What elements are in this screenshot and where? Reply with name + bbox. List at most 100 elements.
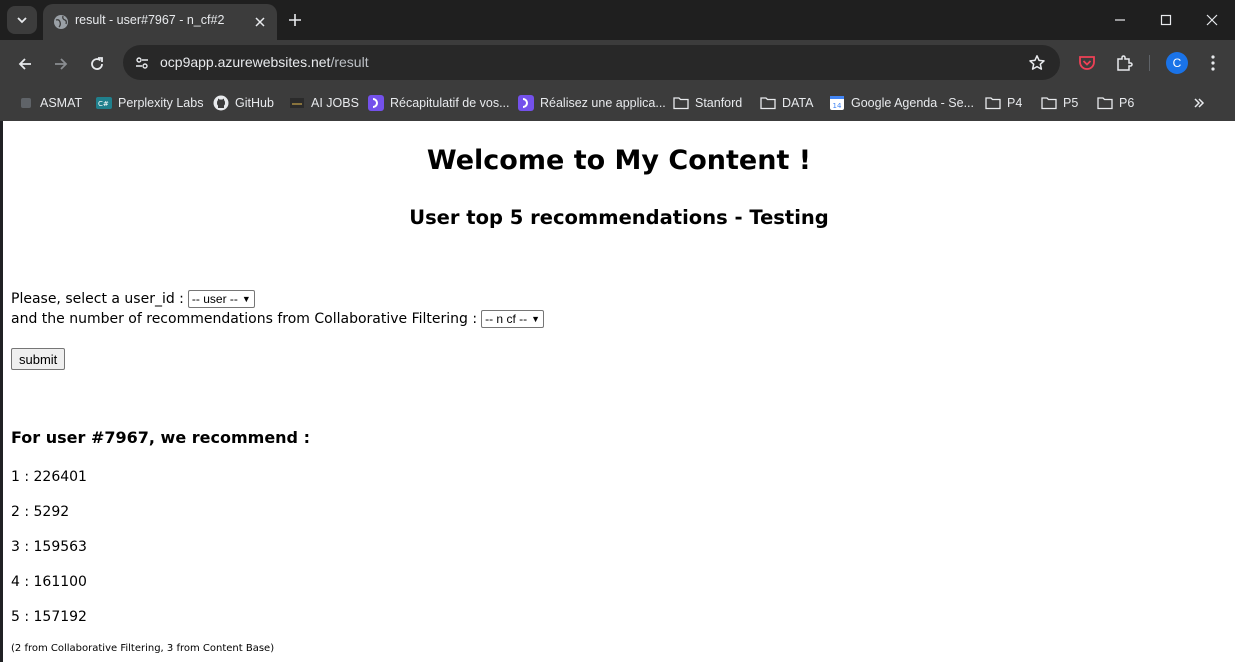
user-select-value: -- user --: [191, 292, 238, 306]
bookmark-label: GitHub: [235, 96, 274, 110]
google-calendar-icon: 14: [829, 95, 845, 111]
submit-button[interactable]: submit: [11, 348, 66, 370]
github-icon: [213, 95, 229, 111]
double-chevron-right-icon: [1194, 98, 1205, 108]
recommendation-source-note: (2 from Collaborative Filtering, 3 from …: [11, 643, 275, 654]
chevron-down-icon: ▼: [241, 294, 251, 304]
tab-title: result - user#7967 - n_cf#2: [75, 13, 225, 27]
bookmark-star-button[interactable]: [1026, 52, 1048, 74]
pocket-icon: [1079, 56, 1095, 70]
bookmark-label: P5: [1063, 96, 1079, 110]
page-content: Welcome to My Content ! User top 5 recom…: [3, 121, 1235, 662]
minimize-icon: [1115, 19, 1125, 21]
user-id-select[interactable]: -- user -- ▼: [187, 290, 255, 308]
perplexity-icon: C#: [96, 95, 112, 111]
kebab-menu-icon: [1211, 55, 1215, 71]
user-select-row: Please, select a user_id : -- user -- ▼: [11, 290, 255, 308]
chevron-down-icon: [17, 17, 27, 24]
extensions-button[interactable]: [1112, 51, 1136, 75]
minimize-button[interactable]: [1108, 8, 1132, 32]
site-info-button[interactable]: [133, 54, 151, 72]
close-icon: [1206, 14, 1218, 26]
puzzle-icon: [1117, 55, 1133, 71]
bookmarks-bar: ASMAT C# Perplexity Labs GitHub AI JOBS …: [0, 86, 1235, 121]
arrow-left-icon: [18, 58, 31, 70]
maximize-button[interactable]: [1154, 8, 1178, 32]
tab-strip: result - user#7967 - n_cf#2: [0, 0, 1235, 40]
folder-icon: [1097, 95, 1113, 111]
ncf-select[interactable]: -- n cf -- ▼: [481, 310, 545, 328]
browser-chrome: result - user#7967 - n_cf#2 ocp9app.azur…: [0, 0, 1235, 121]
forward-button[interactable]: [48, 51, 74, 77]
bookmark-github[interactable]: GitHub: [213, 92, 274, 114]
bookmark-folder-p6[interactable]: P6: [1097, 92, 1134, 114]
maximize-icon: [1160, 14, 1172, 26]
window-close-button[interactable]: [1200, 8, 1224, 32]
toolbar-separator: [1149, 55, 1150, 71]
recommendation-item: 4 : 161100: [11, 574, 87, 590]
openclassrooms-icon: [368, 95, 384, 111]
recommendation-item: 2 : 5292: [11, 504, 70, 520]
plus-icon: [289, 14, 301, 26]
bookmark-recapitulatif[interactable]: Récapitulatif de vos...: [368, 92, 510, 114]
tab-close-button[interactable]: [251, 13, 269, 31]
folder-icon: [673, 95, 689, 111]
svg-text:C#: C#: [98, 100, 109, 108]
svg-text:14: 14: [833, 102, 842, 110]
bookmark-label: P4: [1007, 96, 1023, 110]
url-path: /result: [330, 54, 369, 70]
globe-icon: [54, 15, 68, 29]
bookmark-folder-p5[interactable]: P5: [1041, 92, 1078, 114]
back-button[interactable]: [12, 51, 38, 77]
star-icon: [1029, 55, 1045, 70]
url-host: ocp9app.azurewebsites.net: [160, 54, 331, 70]
bookmark-label: Perplexity Labs: [118, 96, 204, 110]
chevron-down-icon: ▼: [531, 314, 541, 324]
folder-icon: [985, 95, 1001, 111]
new-tab-button[interactable]: [284, 9, 306, 31]
bookmark-favicon-icon: [18, 95, 34, 111]
reload-icon: [91, 57, 103, 70]
menu-button[interactable]: [1201, 51, 1225, 75]
folder-icon: [760, 95, 776, 111]
bookmark-folder-p4[interactable]: P4: [985, 92, 1022, 114]
arrow-right-icon: [55, 58, 68, 70]
bookmarks-overflow-button[interactable]: [1188, 92, 1210, 114]
recommendation-item: 5 : 157192: [11, 609, 87, 625]
address-bar[interactable]: ocp9app.azurewebsites.net/result: [123, 45, 1060, 80]
bookmark-asmat[interactable]: ASMAT: [18, 92, 82, 114]
bookmark-ai-jobs[interactable]: AI JOBS: [289, 92, 359, 114]
bookmark-label: ASMAT: [40, 96, 83, 110]
ai-jobs-icon: [289, 95, 305, 111]
close-icon: [255, 17, 265, 27]
ncf-select-value: -- n cf --: [485, 312, 528, 326]
active-tab[interactable]: result - user#7967 - n_cf#2: [43, 4, 277, 40]
bookmark-label: Récapitulatif de vos...: [390, 96, 510, 110]
result-heading: For user #7967, we recommend :: [11, 428, 310, 447]
user-select-label: Please, select a user_id :: [11, 291, 184, 307]
bookmark-label: Stanford: [695, 96, 743, 110]
recommendation-item: 1 : 226401: [11, 469, 87, 485]
openclassrooms-icon: [518, 95, 534, 111]
recommendation-item: 3 : 159563: [11, 539, 87, 555]
profile-avatar[interactable]: C: [1166, 52, 1188, 74]
tab-search-button[interactable]: [7, 6, 37, 34]
folder-icon: [1041, 95, 1057, 111]
url-text: ocp9app.azurewebsites.net/result: [160, 54, 369, 70]
bookmark-label: DATA: [782, 96, 814, 110]
bookmark-label: P6: [1119, 96, 1135, 110]
page-title: Welcome to My Content !: [426, 145, 812, 176]
bookmark-folder-data[interactable]: DATA: [760, 92, 813, 114]
page-subtitle: User top 5 recommendations - Testing: [409, 206, 829, 229]
bookmark-label: Google Agenda - Se...: [851, 96, 975, 110]
bookmark-label: AI JOBS: [311, 96, 359, 110]
tune-icon: [136, 57, 148, 69]
bookmark-folder-stanford[interactable]: Stanford: [673, 92, 742, 114]
bookmark-google-agenda[interactable]: 14 Google Agenda - Se...: [829, 92, 974, 114]
bookmark-realisez[interactable]: Réalisez une applica...: [518, 92, 666, 114]
ncf-select-label: and the number of recommendations from C…: [11, 311, 478, 327]
pocket-extension-button[interactable]: [1075, 51, 1099, 75]
browser-toolbar: ocp9app.azurewebsites.net/result C: [0, 40, 1235, 86]
bookmark-perplexity-labs[interactable]: C# Perplexity Labs: [96, 92, 203, 114]
reload-button[interactable]: [84, 51, 110, 77]
